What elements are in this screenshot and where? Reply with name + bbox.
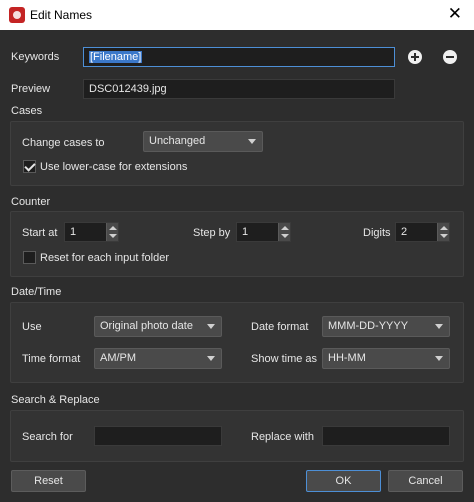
arrow-up-icon <box>440 226 448 230</box>
use-date-value: Original photo date <box>100 320 193 332</box>
time-format-value: AM/PM <box>100 352 137 364</box>
replace-with-input[interactable] <box>322 426 450 446</box>
chevron-down-icon <box>435 324 443 329</box>
add-keyword-button[interactable] <box>408 50 422 64</box>
chevron-down-icon <box>207 356 215 361</box>
date-format-label: Date format <box>251 321 309 333</box>
arrow-down-icon <box>109 234 117 238</box>
digits-label: Digits <box>363 227 391 239</box>
arrow-down-icon <box>440 234 448 238</box>
start-at-value: 1 <box>70 226 77 238</box>
start-at-stepper[interactable] <box>106 223 118 241</box>
step-by-label: Step by <box>193 227 231 239</box>
keywords-selected-text: [Filename] <box>89 51 143 63</box>
cases-section-label: Cases <box>11 105 43 117</box>
show-time-value: HH-MM <box>328 352 366 364</box>
start-at-label: Start at <box>22 227 58 239</box>
time-format-label: Time format <box>22 353 81 365</box>
preview-label: Preview <box>11 83 51 95</box>
date-format-select[interactable]: MMM-DD-YYYY <box>322 316 450 337</box>
preview-field: DSC012439.jpg <box>83 79 395 99</box>
digits-value: 2 <box>401 226 408 238</box>
arrow-up-icon <box>281 226 289 230</box>
change-cases-label: Change cases to <box>22 137 105 149</box>
digits-stepper[interactable] <box>437 223 449 241</box>
chevron-down-icon <box>207 324 215 329</box>
search-for-input[interactable] <box>94 426 222 446</box>
step-by-value: 1 <box>242 226 249 238</box>
chevron-down-icon <box>435 356 443 361</box>
keywords-label: Keywords <box>11 51 60 63</box>
show-time-label: Show time as <box>251 353 318 365</box>
change-cases-value: Unchanged <box>149 135 206 147</box>
step-by-stepper[interactable] <box>278 223 290 241</box>
reset-per-folder-checkbox[interactable] <box>23 251 36 264</box>
digits-spinbox[interactable]: 2 <box>395 222 450 242</box>
chevron-down-icon <box>248 139 256 144</box>
search-for-label: Search for <box>22 431 73 443</box>
counter-group <box>10 211 464 277</box>
app-icon <box>9 7 25 23</box>
change-cases-select[interactable]: Unchanged <box>143 131 263 152</box>
reset-button[interactable]: Reset <box>11 470 86 492</box>
reset-per-folder-label: Reset for each input folder <box>40 252 170 264</box>
close-icon[interactable]: ✕ <box>448 4 462 24</box>
datetime-group <box>10 302 464 383</box>
use-label: Use <box>22 321 42 333</box>
use-date-select[interactable]: Original photo date <box>94 316 222 337</box>
ok-button[interactable]: OK <box>306 470 381 492</box>
time-format-select[interactable]: AM/PM <box>94 348 222 369</box>
remove-keyword-button[interactable] <box>443 50 457 64</box>
title-bar: Edit Names ✕ <box>0 0 474 30</box>
search-replace-section-label: Search & Replace <box>11 394 100 406</box>
show-time-select[interactable]: HH-MM <box>322 348 450 369</box>
counter-section-label: Counter <box>11 196 51 208</box>
cancel-button[interactable]: Cancel <box>388 470 463 492</box>
arrow-up-icon <box>109 226 117 230</box>
datetime-section-label: Date/Time <box>11 286 62 298</box>
window-title: Edit Names <box>30 8 93 22</box>
keywords-input[interactable]: [Filename] <box>83 47 395 67</box>
start-at-spinbox[interactable]: 1 <box>64 222 119 242</box>
lowercase-extensions-checkbox[interactable] <box>23 160 36 173</box>
step-by-spinbox[interactable]: 1 <box>236 222 291 242</box>
replace-with-label: Replace with <box>251 431 314 443</box>
arrow-down-icon <box>281 234 289 238</box>
lowercase-extensions-label: Use lower-case for extensions <box>40 161 188 173</box>
date-format-value: MMM-DD-YYYY <box>328 320 409 332</box>
